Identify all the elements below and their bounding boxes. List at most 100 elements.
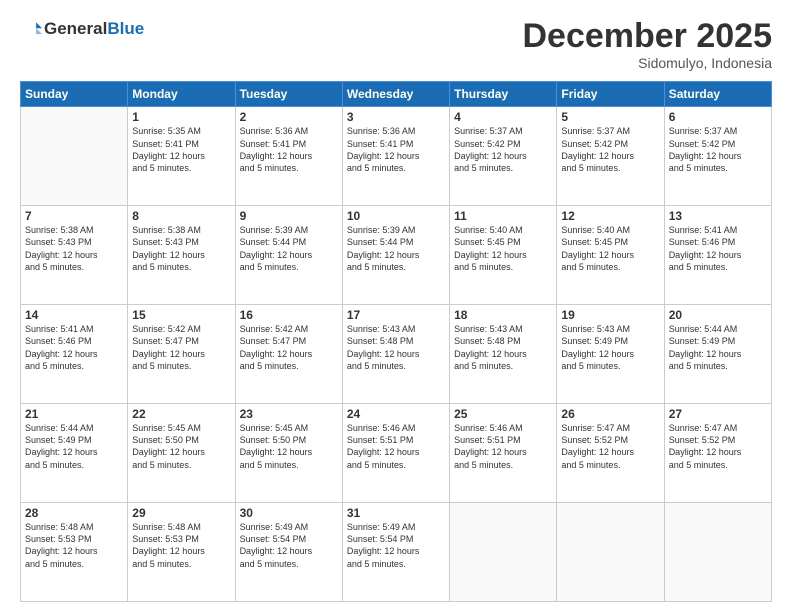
calendar-cell: 30Sunrise: 5:49 AM Sunset: 5:54 PM Dayli… bbox=[235, 503, 342, 602]
day-number: 13 bbox=[669, 209, 767, 223]
calendar-cell: 10Sunrise: 5:39 AM Sunset: 5:44 PM Dayli… bbox=[342, 206, 449, 305]
col-header-monday: Monday bbox=[128, 82, 235, 107]
day-number: 19 bbox=[561, 308, 659, 322]
day-number: 3 bbox=[347, 110, 445, 124]
day-info: Sunrise: 5:49 AM Sunset: 5:54 PM Dayligh… bbox=[240, 521, 338, 570]
page: GeneralBlue December 2025 Sidomulyo, Ind… bbox=[0, 0, 792, 612]
day-info: Sunrise: 5:43 AM Sunset: 5:48 PM Dayligh… bbox=[347, 323, 445, 372]
calendar-cell: 13Sunrise: 5:41 AM Sunset: 5:46 PM Dayli… bbox=[664, 206, 771, 305]
day-info: Sunrise: 5:40 AM Sunset: 5:45 PM Dayligh… bbox=[561, 224, 659, 273]
day-info: Sunrise: 5:44 AM Sunset: 5:49 PM Dayligh… bbox=[25, 422, 123, 471]
day-info: Sunrise: 5:48 AM Sunset: 5:53 PM Dayligh… bbox=[25, 521, 123, 570]
calendar-cell bbox=[450, 503, 557, 602]
day-info: Sunrise: 5:44 AM Sunset: 5:49 PM Dayligh… bbox=[669, 323, 767, 372]
day-number: 21 bbox=[25, 407, 123, 421]
calendar-cell: 4Sunrise: 5:37 AM Sunset: 5:42 PM Daylig… bbox=[450, 107, 557, 206]
calendar-cell: 8Sunrise: 5:38 AM Sunset: 5:43 PM Daylig… bbox=[128, 206, 235, 305]
day-info: Sunrise: 5:39 AM Sunset: 5:44 PM Dayligh… bbox=[347, 224, 445, 273]
day-info: Sunrise: 5:47 AM Sunset: 5:52 PM Dayligh… bbox=[561, 422, 659, 471]
calendar-cell bbox=[557, 503, 664, 602]
day-info: Sunrise: 5:36 AM Sunset: 5:41 PM Dayligh… bbox=[347, 125, 445, 174]
day-info: Sunrise: 5:43 AM Sunset: 5:49 PM Dayligh… bbox=[561, 323, 659, 372]
calendar-cell: 2Sunrise: 5:36 AM Sunset: 5:41 PM Daylig… bbox=[235, 107, 342, 206]
day-number: 31 bbox=[347, 506, 445, 520]
day-number: 9 bbox=[240, 209, 338, 223]
col-header-friday: Friday bbox=[557, 82, 664, 107]
calendar-cell: 29Sunrise: 5:48 AM Sunset: 5:53 PM Dayli… bbox=[128, 503, 235, 602]
calendar-cell: 14Sunrise: 5:41 AM Sunset: 5:46 PM Dayli… bbox=[21, 305, 128, 404]
calendar-cell: 25Sunrise: 5:46 AM Sunset: 5:51 PM Dayli… bbox=[450, 404, 557, 503]
calendar-cell: 22Sunrise: 5:45 AM Sunset: 5:50 PM Dayli… bbox=[128, 404, 235, 503]
subtitle: Sidomulyo, Indonesia bbox=[522, 55, 772, 71]
day-number: 30 bbox=[240, 506, 338, 520]
day-number: 25 bbox=[454, 407, 552, 421]
col-header-saturday: Saturday bbox=[664, 82, 771, 107]
day-number: 26 bbox=[561, 407, 659, 421]
day-number: 10 bbox=[347, 209, 445, 223]
calendar-cell: 7Sunrise: 5:38 AM Sunset: 5:43 PM Daylig… bbox=[21, 206, 128, 305]
calendar-cell: 18Sunrise: 5:43 AM Sunset: 5:48 PM Dayli… bbox=[450, 305, 557, 404]
calendar-cell: 31Sunrise: 5:49 AM Sunset: 5:54 PM Dayli… bbox=[342, 503, 449, 602]
day-info: Sunrise: 5:42 AM Sunset: 5:47 PM Dayligh… bbox=[132, 323, 230, 372]
calendar-table: SundayMondayTuesdayWednesdayThursdayFrid… bbox=[20, 81, 772, 602]
logo-icon bbox=[20, 18, 42, 40]
title-block: December 2025 Sidomulyo, Indonesia bbox=[522, 18, 772, 71]
day-info: Sunrise: 5:47 AM Sunset: 5:52 PM Dayligh… bbox=[669, 422, 767, 471]
day-number: 5 bbox=[561, 110, 659, 124]
month-title: December 2025 bbox=[522, 18, 772, 55]
calendar-cell: 6Sunrise: 5:37 AM Sunset: 5:42 PM Daylig… bbox=[664, 107, 771, 206]
day-info: Sunrise: 5:45 AM Sunset: 5:50 PM Dayligh… bbox=[240, 422, 338, 471]
day-number: 12 bbox=[561, 209, 659, 223]
day-info: Sunrise: 5:46 AM Sunset: 5:51 PM Dayligh… bbox=[347, 422, 445, 471]
day-info: Sunrise: 5:36 AM Sunset: 5:41 PM Dayligh… bbox=[240, 125, 338, 174]
day-number: 17 bbox=[347, 308, 445, 322]
calendar-cell: 24Sunrise: 5:46 AM Sunset: 5:51 PM Dayli… bbox=[342, 404, 449, 503]
day-number: 20 bbox=[669, 308, 767, 322]
col-header-thursday: Thursday bbox=[450, 82, 557, 107]
day-info: Sunrise: 5:37 AM Sunset: 5:42 PM Dayligh… bbox=[454, 125, 552, 174]
day-number: 28 bbox=[25, 506, 123, 520]
day-number: 24 bbox=[347, 407, 445, 421]
calendar-cell: 15Sunrise: 5:42 AM Sunset: 5:47 PM Dayli… bbox=[128, 305, 235, 404]
day-number: 6 bbox=[669, 110, 767, 124]
day-number: 2 bbox=[240, 110, 338, 124]
calendar-cell: 1Sunrise: 5:35 AM Sunset: 5:41 PM Daylig… bbox=[128, 107, 235, 206]
day-number: 4 bbox=[454, 110, 552, 124]
calendar-cell: 12Sunrise: 5:40 AM Sunset: 5:45 PM Dayli… bbox=[557, 206, 664, 305]
calendar-cell: 5Sunrise: 5:37 AM Sunset: 5:42 PM Daylig… bbox=[557, 107, 664, 206]
day-info: Sunrise: 5:41 AM Sunset: 5:46 PM Dayligh… bbox=[25, 323, 123, 372]
calendar-cell bbox=[21, 107, 128, 206]
day-info: Sunrise: 5:35 AM Sunset: 5:41 PM Dayligh… bbox=[132, 125, 230, 174]
day-number: 1 bbox=[132, 110, 230, 124]
calendar-cell bbox=[664, 503, 771, 602]
day-info: Sunrise: 5:49 AM Sunset: 5:54 PM Dayligh… bbox=[347, 521, 445, 570]
logo: GeneralBlue bbox=[20, 18, 144, 40]
calendar-cell: 9Sunrise: 5:39 AM Sunset: 5:44 PM Daylig… bbox=[235, 206, 342, 305]
calendar-cell: 16Sunrise: 5:42 AM Sunset: 5:47 PM Dayli… bbox=[235, 305, 342, 404]
day-number: 16 bbox=[240, 308, 338, 322]
day-number: 23 bbox=[240, 407, 338, 421]
day-number: 22 bbox=[132, 407, 230, 421]
day-number: 7 bbox=[25, 209, 123, 223]
calendar-cell: 11Sunrise: 5:40 AM Sunset: 5:45 PM Dayli… bbox=[450, 206, 557, 305]
col-header-wednesday: Wednesday bbox=[342, 82, 449, 107]
calendar-cell: 20Sunrise: 5:44 AM Sunset: 5:49 PM Dayli… bbox=[664, 305, 771, 404]
header: GeneralBlue December 2025 Sidomulyo, Ind… bbox=[20, 18, 772, 71]
day-info: Sunrise: 5:43 AM Sunset: 5:48 PM Dayligh… bbox=[454, 323, 552, 372]
day-number: 29 bbox=[132, 506, 230, 520]
day-number: 15 bbox=[132, 308, 230, 322]
day-info: Sunrise: 5:40 AM Sunset: 5:45 PM Dayligh… bbox=[454, 224, 552, 273]
col-header-tuesday: Tuesday bbox=[235, 82, 342, 107]
calendar-cell: 27Sunrise: 5:47 AM Sunset: 5:52 PM Dayli… bbox=[664, 404, 771, 503]
day-number: 18 bbox=[454, 308, 552, 322]
logo-general: General bbox=[44, 19, 107, 38]
logo-blue: Blue bbox=[107, 19, 144, 38]
calendar-cell: 23Sunrise: 5:45 AM Sunset: 5:50 PM Dayli… bbox=[235, 404, 342, 503]
day-number: 11 bbox=[454, 209, 552, 223]
calendar-cell: 17Sunrise: 5:43 AM Sunset: 5:48 PM Dayli… bbox=[342, 305, 449, 404]
day-number: 14 bbox=[25, 308, 123, 322]
day-number: 8 bbox=[132, 209, 230, 223]
day-info: Sunrise: 5:37 AM Sunset: 5:42 PM Dayligh… bbox=[669, 125, 767, 174]
col-header-sunday: Sunday bbox=[21, 82, 128, 107]
calendar-cell: 19Sunrise: 5:43 AM Sunset: 5:49 PM Dayli… bbox=[557, 305, 664, 404]
